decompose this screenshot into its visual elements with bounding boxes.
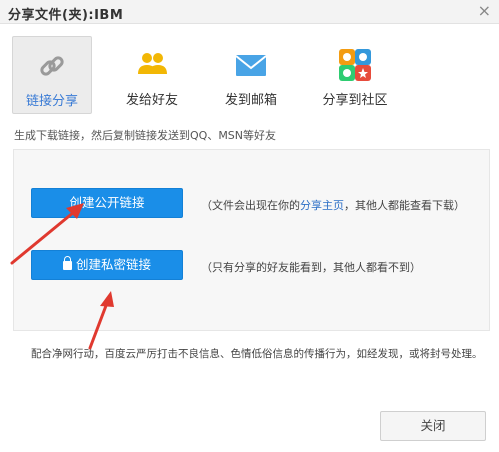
tab-link-share[interactable]: 链接分享 [12, 36, 92, 114]
policy-notice: 配合净网行动，百度云严厉打击不良信息、色情低俗信息的传播行为，如经发现，或将封号… [31, 348, 483, 360]
community-icon [339, 49, 371, 81]
tab-share-community[interactable]: 分享到社区 [312, 36, 398, 114]
dialog-title: 分享文件(夹):IBM [8, 8, 124, 23]
create-private-link-label: 创建私密链接 [75, 257, 151, 272]
mail-icon [235, 55, 267, 76]
create-public-link-button[interactable]: 创建公开链接 [31, 188, 183, 218]
tab-send-friends[interactable]: 发给好友 [112, 36, 192, 114]
public-desc-prefix: （文件会出现在你的 [201, 199, 300, 212]
share-homepage-link[interactable]: 分享主页 [300, 199, 344, 212]
close-icon[interactable]: × [478, 2, 491, 20]
tab-link-share-label: 链接分享 [25, 94, 78, 109]
friends-icon [138, 53, 167, 74]
tab-send-email[interactable]: 发到邮箱 [211, 36, 291, 114]
share-dialog: 分享文件(夹):IBM × 链接分享 发给好友 发到邮箱 分享到社区 生成下载链… [0, 0, 499, 452]
public-desc-suffix: ，其他人都能查看下载） [344, 199, 465, 212]
create-public-link-label: 创建公开链接 [69, 195, 145, 210]
private-link-description: （只有分享的好友能看到，其他人都看不到） [201, 261, 421, 274]
public-link-description: （文件会出现在你的分享主页，其他人都能查看下载） [201, 197, 465, 213]
close-button-label: 关闭 [420, 418, 446, 433]
link-icon [40, 56, 64, 76]
share-hint-text: 生成下载链接，然后复制链接发送到QQ、MSN等好友 [14, 129, 277, 142]
tab-send-friends-label: 发给好友 [125, 93, 178, 108]
tab-send-email-label: 发到邮箱 [224, 93, 277, 108]
link-options-panel: 创建公开链接 （文件会出现在你的分享主页，其他人都能查看下载） 创建私密链接 （… [13, 149, 490, 331]
lock-icon [62, 256, 72, 270]
create-private-link-button[interactable]: 创建私密链接 [31, 250, 183, 280]
title-bar: 分享文件(夹):IBM × [0, 0, 499, 24]
close-button[interactable]: 关闭 [380, 411, 486, 441]
share-method-tabs: 链接分享 发给好友 发到邮箱 分享到社区 [12, 36, 492, 116]
tab-share-community-label: 分享到社区 [322, 93, 388, 108]
